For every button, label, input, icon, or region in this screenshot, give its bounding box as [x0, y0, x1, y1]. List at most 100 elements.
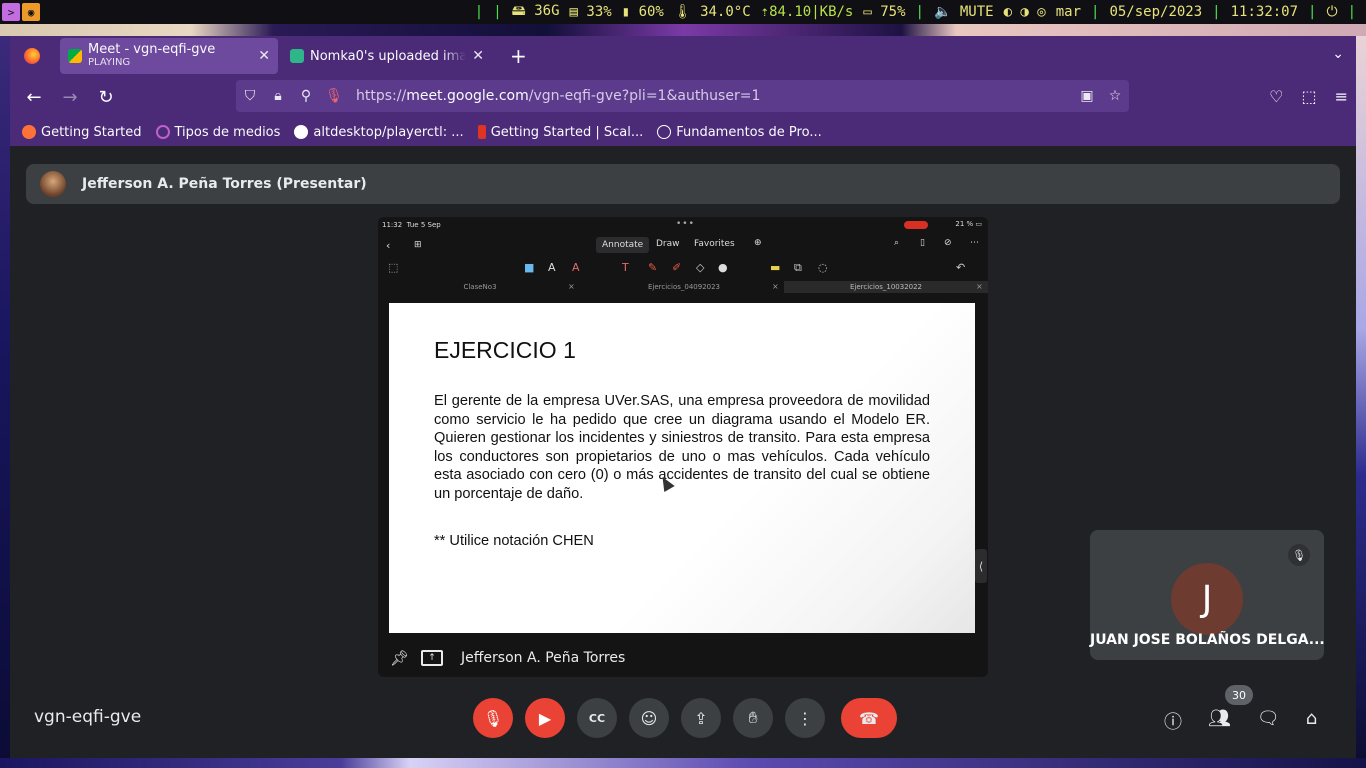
participant-tile[interactable]: 🎙︎ J JUAN JOSE BOLAÑOS DELGA... [1090, 530, 1325, 660]
people-icon[interactable]: 👥︎ [1208, 708, 1231, 734]
network-indicator: ⇡84.10|KB/s [760, 4, 854, 20]
desktop-wallpaper-left [0, 36, 10, 768]
book-icon: ▯ [920, 238, 925, 248]
temperature-indicator: 🌡 34.0°C [673, 4, 751, 20]
screen-share-indicator-icon[interactable]: ▣ [1073, 88, 1101, 104]
leave-call-button[interactable]: ☎︎ [841, 698, 897, 738]
meet-stage: Jefferson A. Peña Torres (Presentar) 11:… [10, 146, 1356, 758]
present-button[interactable]: ⇪ [681, 698, 721, 738]
forward-button[interactable]: → [52, 87, 88, 108]
pen-icon: ✎ [648, 261, 658, 274]
document-tabs: ClaseNo3 × Ejercicios_04092023 × Ejercic… [378, 281, 988, 295]
raise-hand-button[interactable]: ✋︎ [733, 698, 773, 738]
pin-icon[interactable]: 📌︎ [390, 649, 409, 667]
comment-icon: ▬ [770, 261, 781, 274]
tab-title: Meet - vgn-eqfi-gve [88, 43, 216, 57]
globe-icon [657, 125, 672, 139]
desktop-wallpaper-bottom [0, 758, 1366, 768]
terminal-icon[interactable]: > [2, 3, 20, 21]
close-icon: × [976, 282, 983, 291]
bookmark-tipos-de-medios[interactable]: Tipos de medios [155, 125, 280, 140]
screen-share[interactable]: 11:32 Tue 5 Sep ••• 21 % ▭ ‹ ⊞ Annotate … [378, 217, 988, 677]
tab-meet[interactable]: Meet - vgn-eqfi-gve PLAYING ✕ [60, 38, 278, 74]
ipad-status-bar: 11:32 Tue 5 Sep ••• 21 % ▭ [382, 219, 982, 229]
tab-playing-label: PLAYING [88, 57, 131, 68]
shapes-icon: ⧉ [794, 261, 802, 274]
bookmark-scala[interactable]: Getting Started | Scal... [477, 125, 643, 140]
upload-icon [290, 49, 304, 63]
eraser-icon: ◇ [696, 261, 705, 274]
microphone-icon[interactable]: 🎙︎ [320, 88, 348, 104]
menu-icon[interactable]: ≡ [1335, 87, 1348, 106]
ipad-toolbar: ‹ ⊞ Annotate Draw Favorites ⊕ ⌕ ▯ ⊘ ⋯ [378, 233, 988, 257]
tray-icons: ◐ ◑ ◎ [1003, 4, 1046, 20]
firefox-view-icon[interactable] [24, 48, 40, 64]
doc-tab: Ejercicios_04092023 [647, 283, 721, 291]
bookmark-fundamentos[interactable]: Fundamentos de Pro... [657, 125, 822, 140]
text-box-icon: ■ [524, 261, 535, 274]
system-status-bar: > ◉ | | 🖴 36G ▤ 33% ▮ 60% 🌡 34.0°C ⇡84.1… [0, 0, 1366, 24]
volume-indicator[interactable]: 🔈 MUTE [934, 4, 994, 20]
activities-icon[interactable]: ⌂ [1306, 708, 1317, 734]
scala-icon [477, 125, 486, 139]
battery-indicator: 21 % ▭ [955, 220, 982, 228]
exercise-title: EJERCICIO 1 [434, 337, 576, 363]
tab-bar: Meet - vgn-eqfi-gve PLAYING ✕ Nomka0's u… [10, 36, 1356, 76]
exercise-note: ** Utilice notación CHEN [434, 533, 594, 549]
chat-icon[interactable]: 🗨︎ [1257, 708, 1280, 734]
back-chevron-icon: ‹ [386, 238, 391, 252]
lock-icon[interactable]: 🔒︎ [264, 88, 292, 104]
avatar: J [1171, 563, 1243, 635]
participant-count-badge: 30 [1225, 685, 1253, 705]
more-options-button[interactable]: ⋮ [785, 698, 825, 738]
bookmark-star-icon[interactable]: ☆ [1101, 88, 1129, 104]
date-indicator: 05/sep/2023 [1109, 4, 1203, 20]
back-button[interactable]: ← [16, 87, 52, 108]
muted-mic-icon: ⊘ [944, 238, 952, 248]
sidebar-handle-icon: ⟨ [975, 549, 987, 583]
url-text[interactable]: https://meet.google.com/vgn-eqfi-gve?pli… [356, 88, 1073, 104]
tab-favorites: Favorites [694, 239, 735, 249]
participant-name: JUAN JOSE BOLAÑOS DELGA... [1090, 632, 1325, 648]
reload-button[interactable]: ↻ [88, 87, 124, 108]
meeting-code: vgn-eqfi-gve [34, 707, 142, 727]
bookmark-playerctl[interactable]: altdesktop/playerctl: ... [294, 125, 464, 140]
close-tab-icon[interactable]: ✕ [258, 48, 270, 64]
muted-mic-icon: 🎙︎ [1288, 544, 1310, 566]
disk-indicator: 🖴 36G [511, 3, 560, 19]
presenter-avatar [40, 171, 66, 197]
exercise-body: El gerente de la empresa UVer.SAS, una e… [434, 393, 930, 502]
url-bar[interactable]: ⛉ 🔒︎ ⚲ 🎙︎ https://meet.google.com/vgn-eq… [236, 80, 1129, 112]
captions-button[interactable]: CC [577, 698, 617, 738]
browser-window: Meet - vgn-eqfi-gve PLAYING ✕ Nomka0's u… [10, 36, 1356, 758]
select-icon: ⬚ [388, 261, 399, 274]
power-icon[interactable]: ⏻ [1326, 4, 1337, 20]
extensions-icon[interactable]: ⬚ [1301, 87, 1316, 106]
mic-off-button[interactable]: 🎙︎ [473, 698, 513, 738]
clock: 11:32:07 [1230, 4, 1299, 20]
bookmark-getting-started[interactable]: Getting Started [22, 125, 142, 140]
search-icon: ⌕ [894, 238, 900, 248]
doc-tab: ClaseNo3 [463, 283, 497, 291]
camera-off-button[interactable]: ▶︎ [525, 698, 565, 738]
emoji-button[interactable]: ☺ [629, 698, 669, 738]
info-icon[interactable]: ⓘ [1164, 708, 1182, 734]
tab-draw: Draw [656, 239, 680, 249]
close-tab-icon[interactable]: ✕ [472, 48, 484, 64]
new-tab-button[interactable]: + [510, 44, 527, 68]
permissions-icon[interactable]: ⚲ [292, 88, 320, 104]
present-icon[interactable]: ↑ [421, 650, 444, 666]
more-icon: ⋯ [970, 238, 979, 248]
shield-icon[interactable]: ⛉ [236, 88, 264, 104]
color-circle-icon: ● [718, 261, 728, 274]
presenter-label: Jefferson A. Peña Torres (Presentar) [82, 176, 367, 192]
bookmarks-toolbar: Getting Started Tipos de medios altdeskt… [10, 118, 1356, 146]
list-all-tabs-icon[interactable]: ⌄ [1332, 46, 1344, 62]
add-icon: ⊕ [754, 238, 762, 248]
desktop-wallpaper-right [1356, 36, 1366, 768]
grid-icon: ⊞ [414, 240, 422, 250]
firefox-icon[interactable]: ◉ [22, 3, 40, 21]
meeting-side-controls: ⓘ 👥︎ 🗨︎ ⌂ [1164, 708, 1317, 734]
tab-uploaded-image[interactable]: Nomka0's uploaded image ✕ [282, 38, 492, 74]
pocket-icon[interactable]: ♡ [1269, 87, 1283, 106]
